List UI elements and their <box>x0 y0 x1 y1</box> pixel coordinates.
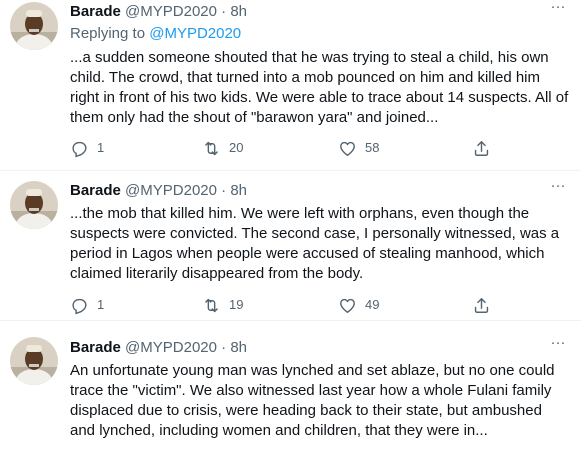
tweet-header: Barade @MYPD2020 · 8h <box>70 2 247 22</box>
author-name[interactable]: Barade <box>70 182 121 199</box>
author-name[interactable]: Barade <box>70 3 121 20</box>
share-button[interactable] <box>472 138 499 158</box>
heart-icon <box>340 141 355 156</box>
timestamp[interactable]: 8h <box>230 3 247 20</box>
retweet-button[interactable]: 19 <box>202 295 243 315</box>
reply-count: 1 <box>97 140 105 155</box>
reply-icon <box>72 141 87 157</box>
separator: · <box>221 3 227 20</box>
timestamp[interactable]: 8h <box>230 182 247 199</box>
like-count: 49 <box>365 297 380 312</box>
separator: · <box>221 339 227 356</box>
avatar[interactable] <box>10 181 58 229</box>
retweet-icon <box>205 141 218 155</box>
avatar[interactable] <box>10 2 58 50</box>
author-handle[interactable]: @MYPD2020 <box>125 182 217 199</box>
retweet-icon <box>205 298 218 312</box>
tweet-header: Barade @MYPD2020 · 8h <box>70 338 247 358</box>
tweet-actions: 1 20 58 <box>70 138 550 158</box>
share-icon <box>474 297 489 313</box>
timestamp[interactable]: 8h <box>230 339 247 356</box>
reply-button[interactable]: 1 <box>70 138 104 158</box>
reply-count: 1 <box>97 297 105 312</box>
tweet-text: ...the mob that killed him. We were left… <box>70 205 560 282</box>
like-button[interactable]: 49 <box>338 295 379 315</box>
replying-to: Replying to @MYPD2020 <box>70 24 241 44</box>
author-name[interactable]: Barade <box>70 339 121 356</box>
author-handle[interactable]: @MYPD2020 <box>125 3 217 20</box>
tweet[interactable]: Barade @MYPD2020 · 8h ··· ...the mob tha… <box>0 171 581 320</box>
retweet-button[interactable]: 20 <box>202 138 243 158</box>
tweet-actions: 1 19 49 <box>70 295 550 315</box>
retweet-count: 19 <box>229 297 244 312</box>
retweet-count: 20 <box>229 140 244 155</box>
like-count: 58 <box>365 140 380 155</box>
tweet-text: ...a sudden someone shouted that he was … <box>70 49 569 126</box>
more-icon[interactable]: ··· <box>547 178 569 199</box>
like-button[interactable]: 58 <box>338 138 379 158</box>
share-icon <box>474 140 489 156</box>
more-icon[interactable]: ··· <box>547 335 569 356</box>
avatar[interactable] <box>10 337 58 385</box>
separator: · <box>221 182 227 199</box>
tweet[interactable]: Barade @MYPD2020 · 8h ··· Replying to @M… <box>0 0 581 170</box>
share-button[interactable] <box>472 295 499 315</box>
reply-button[interactable]: 1 <box>70 295 104 315</box>
tweet-text: An unfortunate young man was lynched and… <box>70 362 555 439</box>
reply-icon <box>72 298 87 314</box>
replying-handle[interactable]: @MYPD2020 <box>149 25 241 42</box>
author-handle[interactable]: @MYPD2020 <box>125 339 217 356</box>
tweet-header: Barade @MYPD2020 · 8h <box>70 181 247 201</box>
heart-icon <box>340 298 355 313</box>
replying-prefix: Replying to <box>70 25 146 42</box>
tweet[interactable]: Barade @MYPD2020 · 8h ··· An unfortunate… <box>0 321 581 452</box>
more-icon[interactable]: ··· <box>547 0 569 20</box>
